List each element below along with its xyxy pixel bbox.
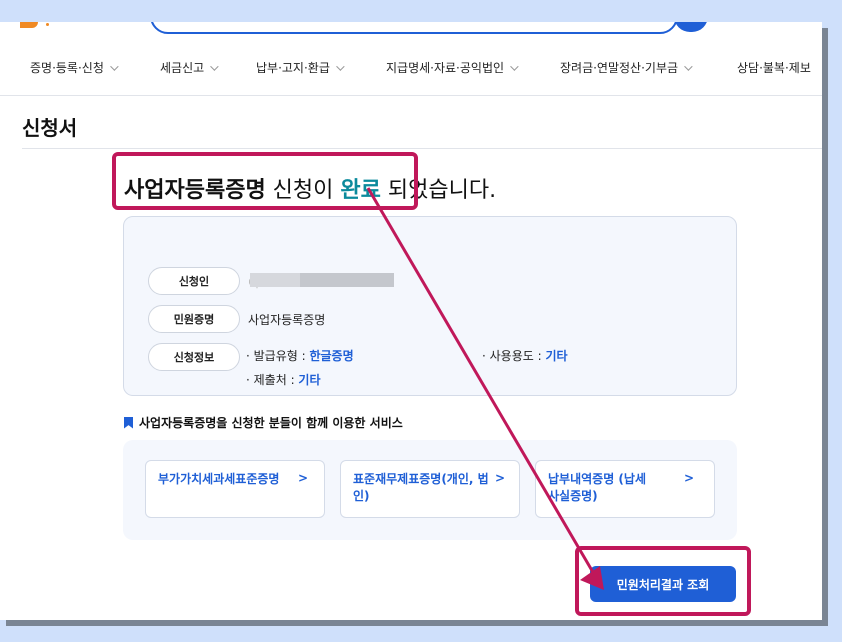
chevron-down-icon <box>210 61 219 71</box>
chevron-down-icon <box>110 61 119 71</box>
service-card-financial[interactable]: 표준재무제표증명(개인, 법인) > <box>340 460 520 518</box>
related-services-title: 사업자등록증명을 신청한 분들이 함께 이용한 서비스 <box>124 414 403 431</box>
nav-item-payment[interactable]: 납부·고지·환급 <box>256 59 345 76</box>
issue-type: · 발급유형 : 한글증명 <box>246 349 354 363</box>
annotation-box-button <box>575 546 751 616</box>
nav-divider <box>0 95 822 96</box>
chevron-right-icon: > <box>297 471 308 485</box>
nav-item-certificates[interactable]: 증명·등록·신청 <box>30 59 119 76</box>
civil-value: 사업자등록증명 <box>248 313 326 327</box>
search-button[interactable] <box>674 22 708 32</box>
nav-item-statements[interactable]: 지급명세·자료·공익법인 <box>386 59 519 76</box>
chevron-down-icon <box>684 61 693 71</box>
issue-type-value: 한글증명 <box>309 349 354 363</box>
application-info-card: 신청인 이 민원증명 사업자등록증명 신청정보 · 발급유형 : 한글증명 · … <box>123 216 737 396</box>
usage-value: 기타 <box>545 349 568 363</box>
bookmark-icon <box>124 416 133 429</box>
applicant-label: 신청인 <box>148 267 240 295</box>
redacted-block <box>300 273 394 287</box>
submit-to: · 제출처 : 기타 <box>246 373 321 387</box>
service-card-payment[interactable]: 납부내역증명 (납세사실증명) > <box>535 460 715 518</box>
browser-frame: 증명·등록·신청 세금신고 납부·고지·환급 지급명세·자료·공익법인 장려금·… <box>0 22 822 620</box>
chevron-right-icon: > <box>683 471 694 485</box>
nav-item-tax-report[interactable]: 세금신고 <box>160 59 219 76</box>
civil-label: 민원증명 <box>148 305 240 333</box>
main-nav: 증명·등록·신청 세금신고 납부·고지·환급 지급명세·자료·공익법인 장려금·… <box>0 52 822 86</box>
submit-value: 기타 <box>298 373 321 387</box>
usage: · 사용용도 : 기타 <box>482 349 568 363</box>
chevron-down-icon <box>510 61 519 71</box>
chevron-down-icon <box>336 61 345 71</box>
service-card-vat[interactable]: 부가가치세과세표준증명 > <box>145 460 325 518</box>
search-input[interactable] <box>150 22 678 34</box>
request-info-label: 신청정보 <box>148 343 240 371</box>
nav-item-consult[interactable]: 상담·불복·제보 <box>737 59 811 76</box>
annotation-box-headline <box>112 152 418 210</box>
related-services-panel: 부가가치세과세표준증명 > 표준재무제표증명(개인, 법인) > 납부내역증명 … <box>123 440 737 540</box>
redacted-block <box>250 273 300 287</box>
page-title: 신청서 <box>22 116 78 140</box>
chevron-right-icon: > <box>494 471 505 485</box>
title-divider <box>22 148 822 149</box>
nts-logo <box>20 22 50 30</box>
nav-item-incentives[interactable]: 장려금·연말정산·기부금 <box>560 59 693 76</box>
